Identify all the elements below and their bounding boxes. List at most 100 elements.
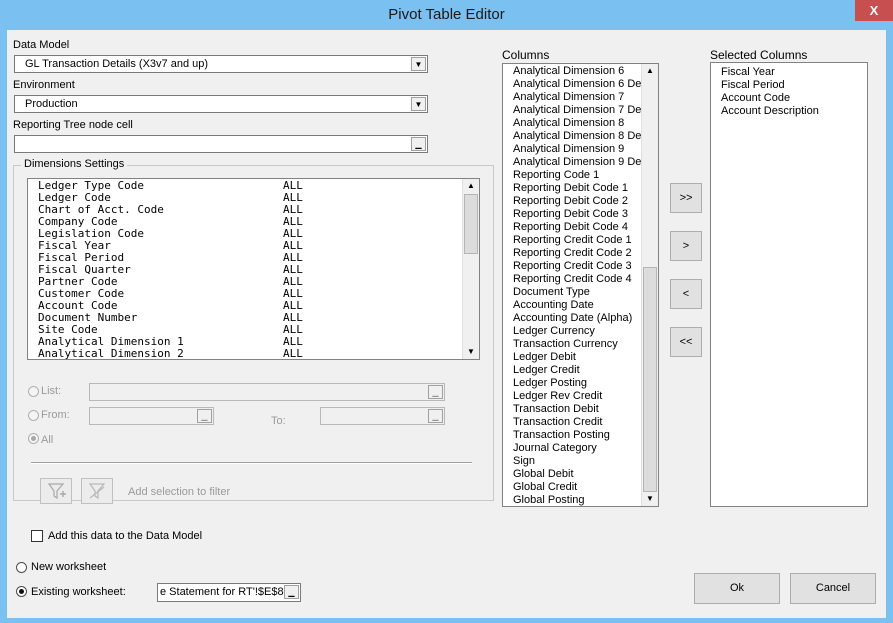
list-item[interactable]: Account Code (721, 92, 790, 105)
list-dropdown[interactable]: ▁ (89, 383, 445, 401)
all-radio[interactable] (28, 433, 39, 444)
chevron-down-icon[interactable]: ▼ (411, 57, 426, 71)
window-frame-left (0, 30, 7, 623)
range-select-icon[interactable]: ▁ (411, 137, 426, 151)
list-item[interactable]: Sign (513, 455, 535, 468)
list-item[interactable]: Analytical Dimension 7 Desc (513, 104, 652, 117)
list-item[interactable]: Accounting Date (513, 299, 594, 312)
list-item[interactable]: Analytical Dimension 6 (513, 65, 624, 78)
data-model-dropdown[interactable]: GL Transaction Details (X3v7 and up) ▼ (14, 55, 428, 73)
list-item[interactable]: Analytical Dimension 2 ALL (38, 348, 303, 360)
selected-columns-label: Selected Columns (710, 48, 808, 62)
existing-worksheet-field[interactable]: e Statement for RT'!$E$8 ▁ (157, 583, 301, 602)
from-radio[interactable] (28, 410, 39, 421)
remove-filter-button[interactable] (81, 478, 113, 504)
new-worksheet-radio[interactable] (16, 562, 27, 573)
scroll-down-icon[interactable]: ▼ (642, 492, 658, 506)
list-item[interactable]: Reporting Debit Code 3 (513, 208, 628, 221)
scroll-down-icon[interactable]: ▼ (463, 345, 479, 359)
list-item[interactable]: Reporting Credit Code 1 (513, 234, 632, 247)
filter-remove-icon (88, 483, 106, 500)
add-to-data-model-checkbox[interactable] (31, 530, 43, 542)
list-item[interactable]: Reporting Debit Code 4 (513, 221, 628, 234)
list-item[interactable]: Global Debit (513, 468, 574, 481)
selected-columns-list[interactable]: Fiscal Year Fiscal Period Account Code A… (710, 62, 868, 507)
columns-list[interactable]: Analytical Dimension 6 Analytical Dimens… (502, 63, 659, 507)
list-item[interactable]: Analytical Dimension 8 Desc (513, 130, 652, 143)
from-radio-label: From: (41, 409, 70, 421)
scroll-thumb[interactable] (464, 194, 478, 254)
list-item[interactable]: Reporting Credit Code 4 (513, 273, 632, 286)
list-item[interactable]: Document Type (513, 286, 590, 299)
list-item[interactable]: Analytical Dimension 8 (513, 117, 624, 130)
scroll-thumb[interactable] (643, 267, 657, 492)
list-item[interactable]: Transaction Debit (513, 403, 599, 416)
range-select-icon[interactable]: ▁ (428, 385, 443, 399)
list-radio-label: List: (41, 385, 62, 397)
list-item[interactable]: Ledger Credit (513, 364, 580, 377)
add-all-button[interactable]: >> (670, 183, 702, 213)
list-item[interactable]: Transaction Currency (513, 338, 618, 351)
data-model-label: Data Model (13, 39, 70, 51)
list-item[interactable]: Ledger Currency (513, 325, 595, 338)
dimensions-scrollbar[interactable]: ▲ ▼ (462, 179, 479, 359)
add-filter-button[interactable] (40, 478, 72, 504)
list-item[interactable]: Analytical Dimension 7 (513, 91, 624, 104)
list-item[interactable]: Global Posting (513, 494, 585, 506)
divider (31, 462, 472, 464)
data-model-value: GL Transaction Details (X3v7 and up) (25, 58, 209, 70)
list-item[interactable]: Reporting Code 1 (513, 169, 599, 182)
close-button[interactable]: X (855, 0, 893, 21)
list-item[interactable]: Journal Category (513, 442, 597, 455)
list-item[interactable]: Accounting Date (Alpha) (513, 312, 632, 325)
remove-all-button[interactable]: << (670, 327, 702, 357)
existing-worksheet-value: e Statement for RT'!$E$8 (160, 586, 284, 598)
add-button[interactable]: > (670, 231, 702, 261)
list-item[interactable]: Reporting Debit Code 2 (513, 195, 628, 208)
list-item[interactable]: Ledger Debit (513, 351, 576, 364)
window-frame-right (886, 30, 893, 623)
cancel-button[interactable]: Cancel (790, 573, 876, 604)
existing-worksheet-label: Existing worksheet: (31, 586, 126, 598)
environment-label: Environment (13, 79, 75, 91)
dialog-body: Data Model GL Transaction Details (X3v7 … (7, 30, 886, 618)
list-item[interactable]: Reporting Debit Code 1 (513, 182, 628, 195)
to-label: To: (271, 415, 286, 427)
scroll-up-icon[interactable]: ▲ (463, 179, 479, 193)
scroll-up-icon[interactable]: ▲ (642, 64, 658, 78)
chevron-down-icon[interactable]: ▼ (411, 97, 426, 111)
from-field[interactable]: ▁ (89, 407, 214, 425)
columns-label: Columns (502, 48, 550, 62)
list-item[interactable]: Transaction Credit (513, 416, 602, 429)
range-select-icon[interactable]: ▁ (197, 409, 212, 423)
environment-value: Production (25, 98, 78, 110)
list-item[interactable]: Ledger Posting (513, 377, 587, 390)
list-item[interactable]: Analytical Dimension 9 (513, 143, 624, 156)
list-radio[interactable] (28, 386, 39, 397)
range-select-icon[interactable]: ▁ (284, 585, 299, 599)
list-item[interactable]: Reporting Credit Code 2 (513, 247, 632, 260)
new-worksheet-label: New worksheet (31, 561, 107, 573)
to-field[interactable]: ▁ (320, 407, 445, 425)
dimensions-settings-label: Dimensions Settings (21, 158, 128, 170)
ok-button[interactable]: Ok (694, 573, 780, 604)
dimensions-list[interactable]: Ledger Type Code ALL Ledger Code ALL Chart… (27, 178, 480, 360)
range-select-icon[interactable]: ▁ (428, 409, 443, 423)
list-item[interactable]: Reporting Credit Code 3 (513, 260, 632, 273)
list-item[interactable]: Analytical Dimension 6 Desc (513, 78, 652, 91)
reporting-tree-label: Reporting Tree node cell (13, 119, 133, 131)
reporting-tree-field[interactable]: ▁ (14, 135, 428, 153)
list-item[interactable]: Account Description (721, 105, 819, 118)
all-radio-label: All (41, 434, 54, 446)
list-item[interactable]: Fiscal Year (721, 66, 775, 79)
list-item[interactable]: Ledger Rev Credit (513, 390, 602, 403)
list-item[interactable]: Transaction Posting (513, 429, 610, 442)
list-item[interactable]: Analytical Dimension 9 Desc (513, 156, 652, 169)
window-frame-bottom (0, 618, 893, 623)
list-item[interactable]: Fiscal Period (721, 79, 785, 92)
remove-button[interactable]: < (670, 279, 702, 309)
existing-worksheet-radio[interactable] (16, 586, 27, 597)
environment-dropdown[interactable]: Production ▼ (14, 95, 428, 113)
list-item[interactable]: Global Credit (513, 481, 577, 494)
columns-scrollbar[interactable]: ▲ ▼ (641, 64, 658, 506)
